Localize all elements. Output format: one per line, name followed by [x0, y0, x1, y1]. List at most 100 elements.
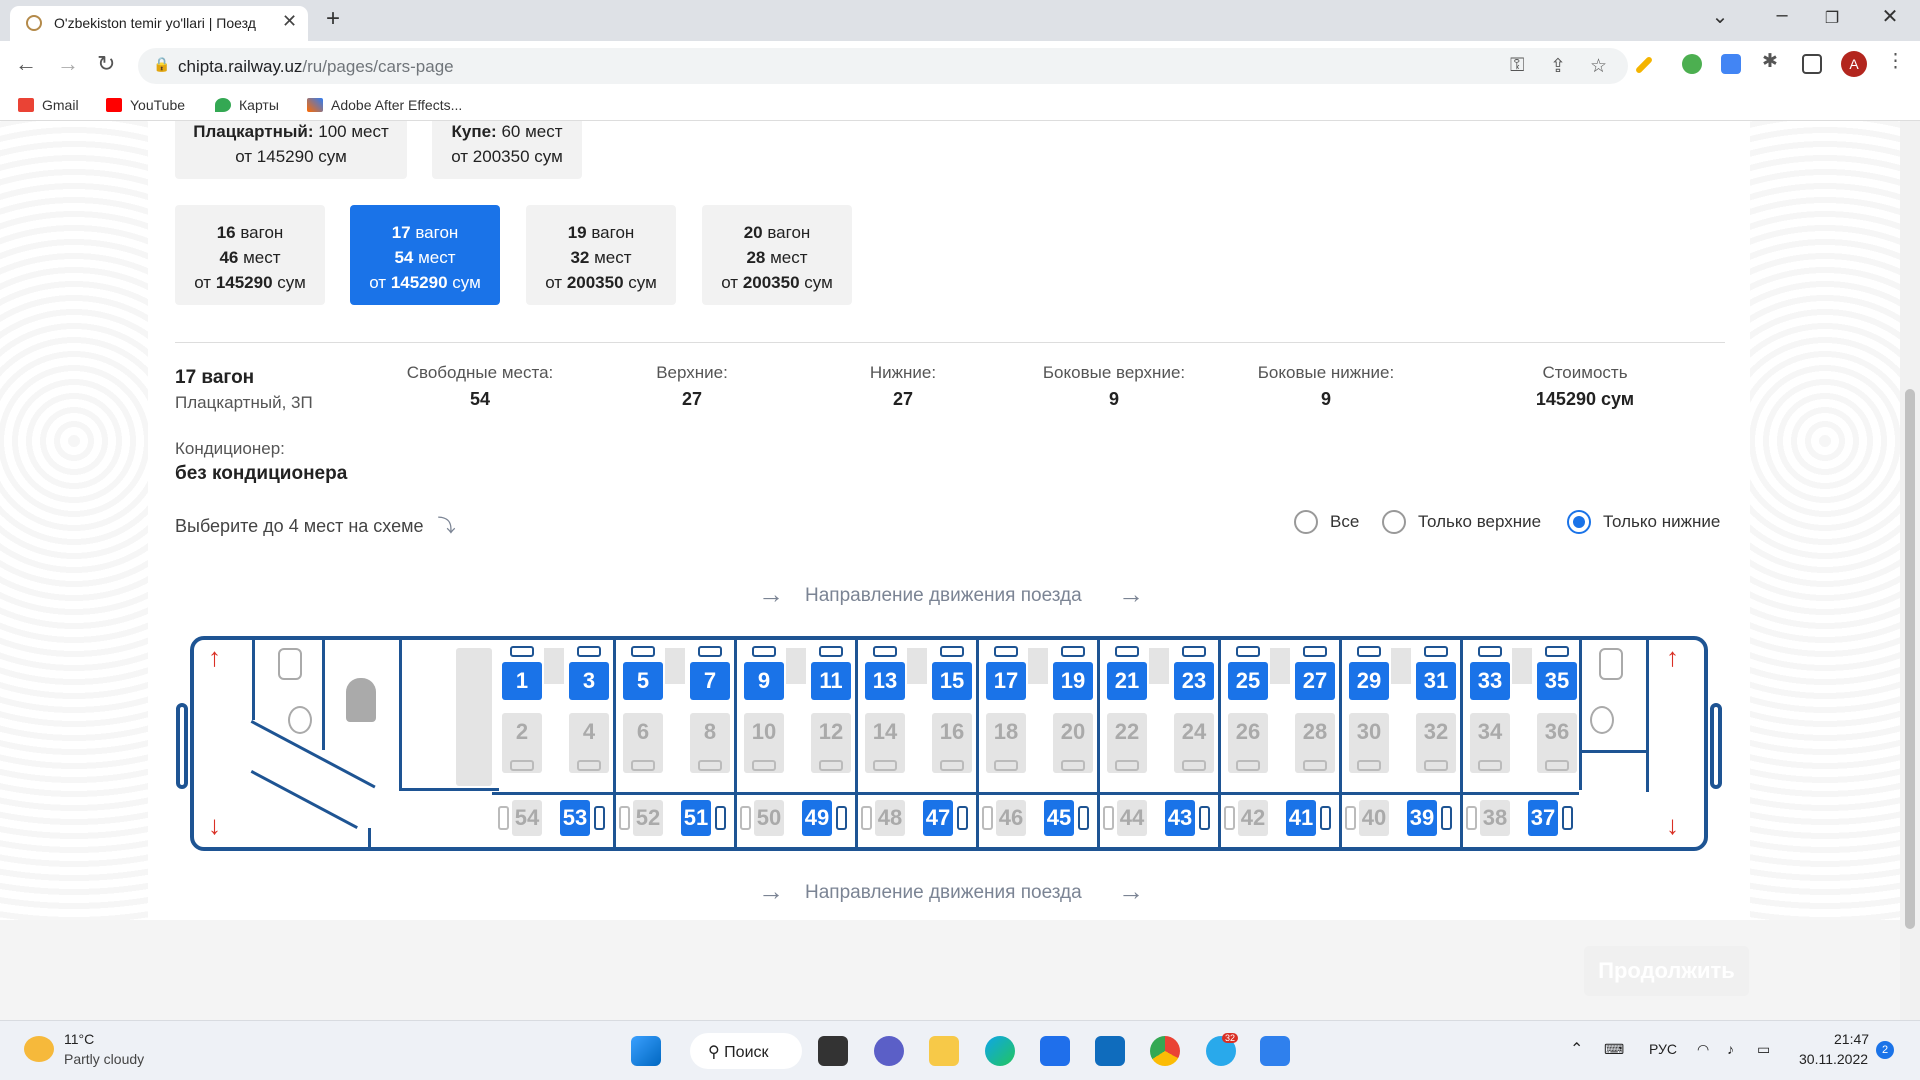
- seat-upper[interactable]: 29: [1349, 662, 1389, 700]
- close-window-icon[interactable]: ✕: [1870, 4, 1910, 29]
- continue-button[interactable]: Продолжить: [1584, 946, 1749, 996]
- wagon-card-16[interactable]: 16 вагон 46 мест от 145290 сум: [175, 205, 325, 305]
- new-tab-icon[interactable]: +: [326, 5, 340, 33]
- keyboard-icon[interactable]: ⌨: [1604, 1041, 1624, 1058]
- task-view-icon[interactable]: [818, 1036, 848, 1066]
- wifi-icon[interactable]: ◠: [1697, 1041, 1709, 1058]
- filter-lower[interactable]: Только нижние: [1567, 510, 1720, 534]
- radio-all[interactable]: [1294, 510, 1318, 534]
- chevron-up-icon[interactable]: ⌃: [1570, 1039, 1583, 1059]
- extensions-puzzle-icon[interactable]: ✱: [1762, 50, 1778, 73]
- seat-side-lower[interactable]: 47: [923, 800, 953, 836]
- class-card-kupe[interactable]: Купе: 60 мест от 200350 сум: [432, 121, 582, 179]
- back-icon[interactable]: ←: [15, 51, 37, 77]
- wall: [250, 720, 376, 789]
- bookmark-adobe[interactable]: Adobe After Effects...: [307, 97, 462, 113]
- seat-upper[interactable]: 13: [865, 662, 905, 700]
- seat-side-lower[interactable]: 49: [802, 800, 832, 836]
- browser-tab[interactable]: O'zbekiston temir yo'llari | Поезд ✕: [10, 6, 308, 41]
- start-icon[interactable]: [631, 1036, 661, 1066]
- seat-upper[interactable]: 11: [811, 662, 851, 700]
- forward-icon[interactable]: →: [57, 51, 79, 77]
- photos-icon[interactable]: [1260, 1036, 1290, 1066]
- filter-all[interactable]: Все: [1294, 510, 1359, 534]
- pillow-icon: [631, 760, 655, 771]
- seat-side-upper: 42: [1238, 800, 1268, 836]
- menu-icon[interactable]: ⋮: [1886, 50, 1905, 73]
- extension-pen-icon[interactable]: [1634, 55, 1654, 75]
- taskbar-search[interactable]: ⚲ Поиск: [690, 1033, 802, 1069]
- address-bar[interactable]: 🔒 chipta.railway.uz/ru/pages/cars-page ⚿…: [138, 48, 1628, 84]
- conductor-icon: [346, 678, 376, 722]
- bookmark-gmail[interactable]: Gmail: [18, 97, 79, 113]
- seat-upper[interactable]: 7: [690, 662, 730, 700]
- lock-icon: 🔒: [153, 56, 171, 72]
- reload-icon[interactable]: ↻: [97, 51, 115, 77]
- pillow-icon: [1545, 646, 1569, 657]
- seat-side-lower[interactable]: 53: [560, 800, 590, 836]
- seat-side-upper: 38: [1480, 800, 1510, 836]
- seat-upper[interactable]: 5: [623, 662, 663, 700]
- seat-side-lower[interactable]: 39: [1407, 800, 1437, 836]
- pillow-icon: [982, 806, 993, 830]
- seat-side-lower[interactable]: 45: [1044, 800, 1074, 836]
- translate-icon[interactable]: [1721, 54, 1741, 74]
- seat-upper[interactable]: 35: [1537, 662, 1577, 700]
- seat-upper[interactable]: 31: [1416, 662, 1456, 700]
- compartment-divider: [1097, 640, 1100, 847]
- compartment-divider: [855, 640, 858, 847]
- seat-upper[interactable]: 15: [932, 662, 972, 700]
- seat-upper[interactable]: 25: [1228, 662, 1268, 700]
- close-tab-icon[interactable]: ✕: [282, 11, 297, 32]
- store-icon[interactable]: [1040, 1036, 1070, 1066]
- seat-upper[interactable]: 33: [1470, 662, 1510, 700]
- seat-side-lower[interactable]: 51: [681, 800, 711, 836]
- clock-time[interactable]: 21:47: [1834, 1031, 1869, 1047]
- battery-icon[interactable]: ▭: [1757, 1041, 1770, 1058]
- radio-upper[interactable]: [1382, 510, 1406, 534]
- extension-globe-icon[interactable]: [1682, 54, 1702, 74]
- side-panel-icon[interactable]: [1802, 54, 1822, 74]
- seat-side-lower[interactable]: 41: [1286, 800, 1316, 836]
- seat-upper[interactable]: 17: [986, 662, 1026, 700]
- edge-icon[interactable]: [985, 1036, 1015, 1066]
- language-indicator[interactable]: РУС: [1649, 1041, 1677, 1057]
- scrollbar[interactable]: [1900, 121, 1920, 1020]
- star-icon[interactable]: ☆: [1590, 55, 1607, 78]
- key-icon[interactable]: ⚿: [1510, 55, 1524, 77]
- wagon-card-20[interactable]: 20 вагон 28 мест от 200350 сум: [702, 205, 852, 305]
- notification-badge[interactable]: 2: [1876, 1041, 1894, 1059]
- seat-side-lower[interactable]: 43: [1165, 800, 1195, 836]
- profile-avatar[interactable]: A: [1841, 51, 1867, 77]
- volume-icon[interactable]: ♪: [1727, 1041, 1734, 1057]
- seat-upper[interactable]: 27: [1295, 662, 1335, 700]
- class-card-platskart[interactable]: Плацкартный: 100 мест от 145290 сум: [175, 121, 407, 179]
- wall: [322, 640, 325, 750]
- seat-upper[interactable]: 21: [1107, 662, 1147, 700]
- bookmark-maps[interactable]: Карты: [215, 97, 279, 113]
- seat-side-lower[interactable]: 37: [1528, 800, 1558, 836]
- seat-upper[interactable]: 1: [502, 662, 542, 700]
- bookmark-youtube[interactable]: YouTube: [106, 97, 185, 113]
- radio-lower[interactable]: [1567, 510, 1591, 534]
- share-icon[interactable]: ⇪: [1550, 55, 1566, 78]
- seat-upper[interactable]: 9: [744, 662, 784, 700]
- direction-top: → Направление движения поезда →: [758, 579, 1144, 609]
- site-favicon-icon: [26, 15, 42, 31]
- file-explorer-icon[interactable]: [929, 1036, 959, 1066]
- wagon-card-17[interactable]: 17 вагон 54 мест от 145290 сум: [350, 205, 500, 305]
- direction-text: Направление движения поезда: [805, 585, 1082, 606]
- chrome-icon[interactable]: [1150, 1036, 1180, 1066]
- restore-icon[interactable]: ❐: [1812, 8, 1852, 28]
- seat-upper[interactable]: 23: [1174, 662, 1214, 700]
- scrollbar-thumb[interactable]: [1905, 389, 1915, 929]
- filter-upper[interactable]: Только верхние: [1382, 510, 1541, 534]
- tab-search-chevron-icon[interactable]: ⌄: [1700, 4, 1740, 29]
- clock-date[interactable]: 30.11.2022: [1799, 1051, 1868, 1067]
- minimize-icon[interactable]: –: [1762, 4, 1802, 27]
- seat-upper[interactable]: 3: [569, 662, 609, 700]
- wagon-card-19[interactable]: 19 вагон 32 мест от 200350 сум: [526, 205, 676, 305]
- seat-upper[interactable]: 19: [1053, 662, 1093, 700]
- teams-icon[interactable]: [874, 1036, 904, 1066]
- mail-icon[interactable]: [1095, 1036, 1125, 1066]
